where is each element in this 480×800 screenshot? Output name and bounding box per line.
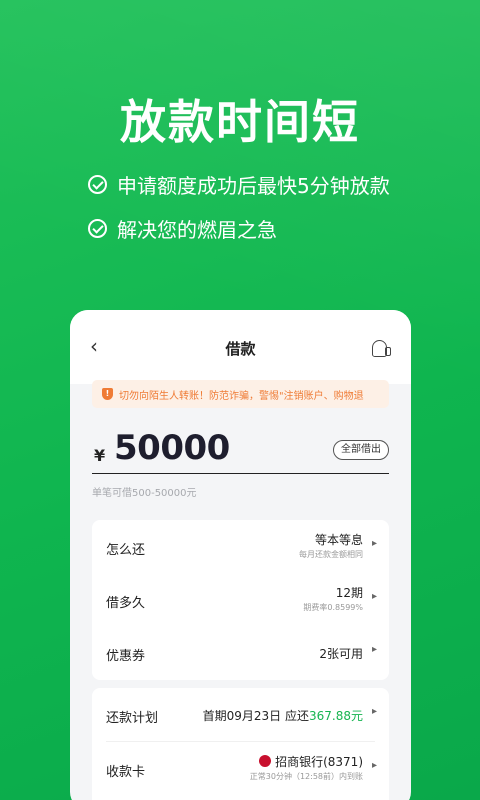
coupon-count: 2张可用 — [319, 647, 363, 661]
currency-symbol: ¥ — [94, 446, 106, 465]
check-circle-icon — [88, 175, 107, 194]
plan-amount: 367.88元 — [309, 709, 363, 723]
row-value: 首期09月23日 应还367.88元 — [203, 707, 363, 724]
bank-name: 招商银行(8371) — [275, 755, 363, 769]
chevron-right-icon: ▸ — [371, 538, 377, 549]
borrow-all-button[interactable]: 全部借出 — [333, 440, 389, 460]
headset-icon[interactable] — [372, 340, 391, 357]
feature-item: 解决您的燃眉之急 — [88, 214, 277, 243]
check-circle-icon — [88, 219, 107, 238]
receive-card-row[interactable]: 收款卡 招商银行(8371) 正常30分钟（12:58前）内到账 ▸ — [92, 742, 389, 795]
coupon-row[interactable]: 优惠券 2张可用 ▸ — [92, 626, 389, 679]
amount-hint: 单笔可借500-50000元 — [92, 488, 197, 499]
row-subtext: 正常30分钟（12:58前）内到账 — [249, 772, 363, 781]
row-value: 12期 — [335, 586, 363, 600]
loan-options-card: 怎么还 等本等息 每月还款金额相同 ▸ 借多久 12期 期费率0.8599% ▸… — [92, 520, 389, 680]
app-preview: ‹ 借款 ! 切勿向陌生人转账！防范诈骗，警惕"注销账户、购物退 ¥ 50000… — [70, 310, 411, 800]
amount-underline — [92, 473, 389, 474]
row-label: 优惠券 — [106, 649, 146, 664]
chevron-right-icon: ▸ — [371, 591, 377, 602]
row-label: 还款计划 — [106, 711, 159, 726]
chevron-right-icon: ▸ — [371, 760, 377, 771]
feature-item: 申请额度成功后最快5分钟放款 — [88, 170, 390, 199]
chevron-right-icon: ▸ — [371, 706, 377, 717]
hero-title: 放款时间短 — [120, 95, 360, 149]
warning-text: 切勿向陌生人转账！防范诈骗，警惕"注销账户、购物退 — [119, 390, 364, 402]
row-label: 借多久 — [106, 596, 146, 611]
feature-text: 解决您的燃眉之急 — [117, 218, 277, 242]
fraud-warning-banner: ! 切勿向陌生人转账！防范诈骗，警惕"注销账户、购物退 — [92, 380, 389, 408]
amount-input[interactable]: 50000 — [114, 428, 230, 468]
feature-text: 申请额度成功后最快5分钟放款 — [117, 174, 390, 198]
row-subtext: 期费率0.8599% — [303, 603, 363, 612]
page-title: 借款 — [225, 340, 256, 358]
shield-icon: ! — [102, 388, 113, 400]
row-subtext: 每月还款金额相同 — [299, 550, 363, 559]
row-label: 收款卡 — [106, 765, 146, 780]
row-value: 等本等息 — [314, 533, 363, 547]
row-value: 招商银行(8371) — [259, 753, 363, 770]
term-row[interactable]: 借多久 12期 期费率0.8599% ▸ — [92, 573, 389, 626]
chevron-right-icon: ▸ — [371, 644, 377, 655]
plan-prefix: 首期09月23日 应还 — [202, 709, 309, 723]
bank-logo-icon — [259, 755, 272, 767]
nav-bar: ‹ 借款 — [70, 310, 411, 384]
repay-plan-row[interactable]: 还款计划 首期09月23日 应还367.88元 ▸ — [92, 688, 389, 741]
repay-method-row[interactable]: 怎么还 等本等息 每月还款金额相同 ▸ — [92, 520, 389, 573]
repayment-card: 还款计划 首期09月23日 应还367.88元 ▸ 收款卡 招商银行(8371)… — [92, 688, 389, 800]
row-label: 怎么还 — [106, 543, 146, 558]
